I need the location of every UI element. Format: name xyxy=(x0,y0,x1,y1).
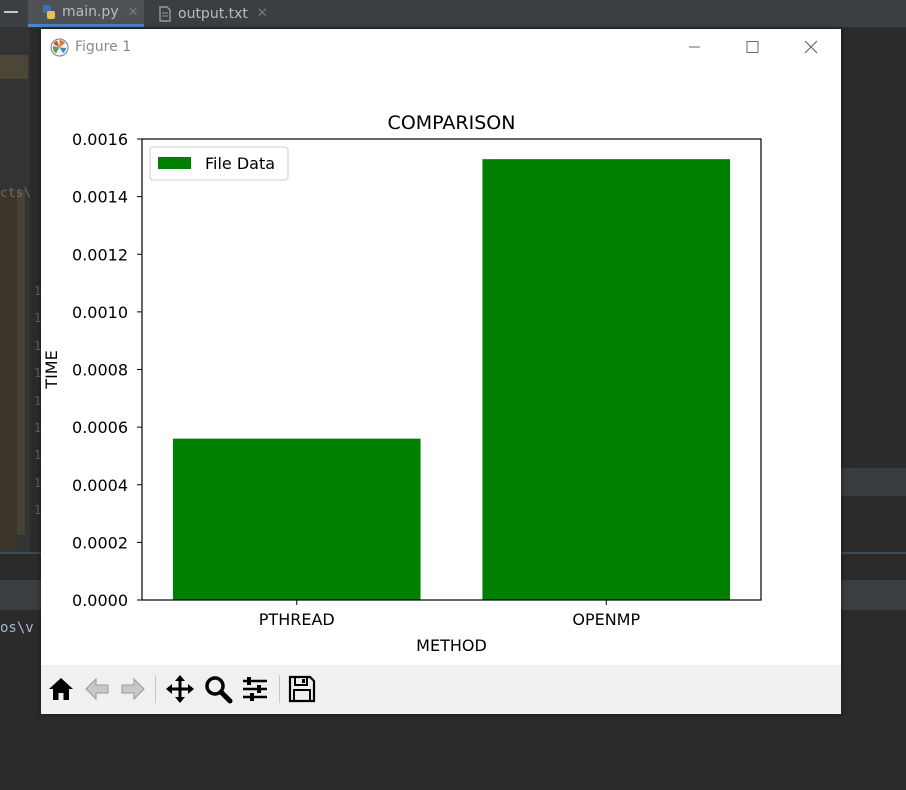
y-tick-label: 0.0016 xyxy=(72,130,128,149)
magnifier-icon xyxy=(205,676,233,704)
move-icon xyxy=(166,675,194,703)
x-axis-label: METHOD xyxy=(416,636,487,655)
close-icon xyxy=(804,40,818,54)
y-tick-label: 0.0008 xyxy=(72,361,128,380)
menu-dash-icon[interactable] xyxy=(4,11,18,13)
y-axis-label: TIME xyxy=(42,350,61,389)
pan-button[interactable] xyxy=(163,672,197,706)
back-arrow-icon xyxy=(85,677,109,701)
configure-subplots-button[interactable] xyxy=(238,672,272,706)
current-line-highlight xyxy=(840,468,906,496)
scope-highlight-inner xyxy=(17,190,25,535)
tab-output-txt[interactable]: output.txt ✕ xyxy=(144,0,284,27)
bar-openmp xyxy=(482,159,731,600)
breadcrumb: cts\ xyxy=(0,186,32,201)
y-tick-label: 0.0004 xyxy=(72,476,128,495)
bar-pthread xyxy=(172,438,421,600)
y-tick-label: 0.0012 xyxy=(72,245,128,264)
figure-window: Figure 1 COMPARISON PTHREAD OPENMP 0.0000 0.… xyxy=(41,29,841,714)
matplotlib-logo-icon xyxy=(50,38,69,57)
forward-arrow-icon xyxy=(121,677,145,701)
window-title: Figure 1 xyxy=(75,39,132,55)
save-button[interactable] xyxy=(285,672,319,706)
toolbar-separator xyxy=(279,675,280,703)
x-tick-label: PTHREAD xyxy=(259,610,335,629)
x-tick-label: OPENMP xyxy=(572,610,640,629)
legend-label: File Data xyxy=(205,154,275,173)
y-tick-label: 0.0010 xyxy=(72,303,128,322)
maximize-icon xyxy=(746,41,759,53)
y-tick-label: 0.0014 xyxy=(72,188,128,207)
legend-swatch xyxy=(158,157,191,169)
close-tab-icon[interactable]: ✕ xyxy=(257,6,268,21)
selected-line-highlight xyxy=(0,55,28,79)
home-button[interactable] xyxy=(44,672,78,706)
back-button[interactable] xyxy=(80,672,114,706)
y-tick-label: 0.0002 xyxy=(72,533,128,552)
python-file-icon xyxy=(42,4,56,20)
editor-tab-bar: main.py ✕ output.txt ✕ xyxy=(0,0,906,28)
minimize-icon xyxy=(689,46,700,48)
chart-title: COMPARISON xyxy=(388,112,516,134)
close-button[interactable] xyxy=(796,35,826,59)
bar-chart: COMPARISON PTHREAD OPENMP 0.0000 0.0002 0.000… xyxy=(42,112,762,655)
tab-label: output.txt xyxy=(178,5,248,22)
toolbar-separator xyxy=(155,675,156,703)
tab-main-py[interactable]: main.py ✕ xyxy=(28,0,144,27)
window-titlebar[interactable]: Figure 1 xyxy=(41,29,841,65)
tab-label: main.py xyxy=(62,4,119,20)
forward-button[interactable] xyxy=(116,672,150,706)
floppy-disk-icon xyxy=(288,675,316,703)
navigation-toolbar xyxy=(41,665,841,714)
plot-canvas[interactable]: COMPARISON PTHREAD OPENMP 0.0000 0.0002 0.000… xyxy=(41,65,841,665)
maximize-button[interactable] xyxy=(737,35,767,59)
minimize-button[interactable] xyxy=(679,35,709,59)
y-tick-label: 0.0000 xyxy=(72,591,128,610)
sliders-icon xyxy=(243,677,267,701)
console-output: os\v xyxy=(0,620,34,636)
y-tick-label: 0.0006 xyxy=(72,418,128,437)
text-file-icon xyxy=(158,5,172,22)
scope-highlight xyxy=(0,190,17,552)
zoom-button[interactable] xyxy=(201,672,235,706)
home-icon xyxy=(49,678,73,700)
close-tab-icon[interactable]: ✕ xyxy=(128,5,139,20)
